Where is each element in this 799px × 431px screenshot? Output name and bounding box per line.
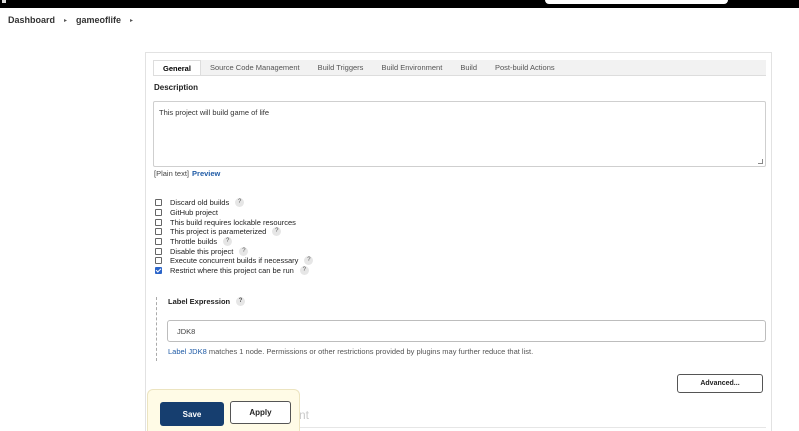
option-concurrent-builds[interactable]: Execute concurrent builds if necessary ? bbox=[155, 256, 314, 266]
label-expression-section: Label Expression ? JDK8 Label JDK8 match… bbox=[156, 297, 769, 361]
tab-build-triggers[interactable]: Build Triggers bbox=[309, 60, 373, 75]
format-row: [Plain text] Preview bbox=[154, 169, 220, 178]
label-jdk8-link[interactable]: Label JDK8 bbox=[168, 347, 207, 356]
chevron-right-icon[interactable]: ▸ bbox=[64, 17, 67, 24]
checkbox[interactable] bbox=[155, 228, 162, 236]
option-restrict-where-run[interactable]: Restrict where this project can be run ? bbox=[155, 266, 313, 276]
label-match-message: Label JDK8 matches 1 node. Permissions o… bbox=[168, 347, 533, 356]
option-throttle-builds[interactable]: Throttle builds ? bbox=[155, 237, 313, 247]
checkbox[interactable] bbox=[155, 218, 162, 226]
search-input[interactable] bbox=[545, 0, 728, 4]
checkbox[interactable] bbox=[155, 247, 162, 255]
breadcrumb: Dashboard ▸ gameoflife ▸ bbox=[0, 8, 799, 32]
config-panel: General Source Code Management Build Tri… bbox=[145, 52, 772, 431]
checkbox[interactable] bbox=[155, 238, 162, 246]
option-label: Disable this project bbox=[170, 246, 234, 256]
label-expression-label: Label Expression bbox=[168, 297, 231, 306]
chevron-right-icon[interactable]: ▸ bbox=[130, 17, 133, 24]
help-icon[interactable]: ? bbox=[304, 256, 314, 266]
option-parameterized[interactable]: This project is parameterized ? bbox=[155, 227, 313, 237]
tab-source-code-management[interactable]: Source Code Management bbox=[201, 60, 309, 75]
tab-general[interactable]: General bbox=[153, 60, 201, 75]
format-label: [Plain text] bbox=[154, 169, 190, 178]
option-label: Discard old builds bbox=[170, 198, 230, 208]
label-match-text: matches 1 node. Permissions or other res… bbox=[206, 347, 534, 356]
tab-post-build-actions[interactable]: Post-build Actions bbox=[486, 60, 564, 75]
help-icon[interactable]: ? bbox=[236, 297, 246, 306]
option-discard-old-builds[interactable]: Discard old builds ? bbox=[155, 198, 313, 208]
help-icon[interactable]: ? bbox=[272, 227, 282, 237]
config-tabs: General Source Code Management Build Tri… bbox=[153, 60, 766, 76]
resize-grip-icon[interactable] bbox=[758, 159, 763, 164]
jenkins-logo[interactable] bbox=[2, 0, 6, 3]
checkbox[interactable] bbox=[155, 199, 162, 207]
save-apply-bar: Save Apply bbox=[147, 389, 300, 431]
breadcrumb-dashboard[interactable]: Dashboard bbox=[8, 15, 55, 25]
description-label: Description bbox=[154, 83, 199, 92]
option-github-project[interactable]: GitHub project bbox=[155, 208, 313, 218]
checkbox[interactable] bbox=[155, 257, 162, 265]
help-icon[interactable]: ? bbox=[223, 237, 233, 247]
option-label: Execute concurrent builds if necessary bbox=[170, 256, 299, 266]
option-label: This build requires lockable resources bbox=[170, 217, 296, 227]
option-label: Throttle builds bbox=[170, 237, 218, 247]
checkbox[interactable] bbox=[155, 209, 162, 217]
tab-build[interactable]: Build bbox=[451, 60, 486, 75]
save-button[interactable]: Save bbox=[160, 402, 224, 426]
options-list: Discard old builds ? GitHub project This… bbox=[155, 198, 314, 276]
option-label: GitHub project bbox=[170, 208, 218, 218]
advanced-button[interactable]: Advanced... bbox=[677, 374, 763, 393]
breadcrumb-gameoflife[interactable]: gameoflife bbox=[76, 15, 121, 25]
obscured-heading-end: nt bbox=[299, 408, 310, 422]
option-label: Restrict where this project can be run bbox=[170, 266, 294, 276]
apply-button[interactable]: Apply bbox=[230, 401, 291, 424]
help-icon[interactable]: ? bbox=[239, 246, 249, 256]
help-icon[interactable]: ? bbox=[235, 198, 245, 208]
preview-link[interactable]: Preview bbox=[192, 169, 220, 178]
option-disable-project[interactable]: Disable this project ? bbox=[155, 246, 313, 256]
option-lockable-resources[interactable]: This build requires lockable resources bbox=[155, 217, 313, 227]
label-expression-title: Label Expression ? bbox=[168, 297, 246, 306]
label-expression-input[interactable]: JDK8 bbox=[167, 320, 766, 342]
label-expression-value: JDK8 bbox=[177, 326, 196, 336]
tab-build-environment[interactable]: Build Environment bbox=[372, 60, 451, 75]
description-text: This project will build game of life bbox=[159, 108, 270, 117]
description-textarea[interactable]: This project will build game of life bbox=[153, 101, 766, 167]
top-header-bar bbox=[0, 0, 799, 8]
help-icon[interactable]: ? bbox=[299, 266, 309, 276]
checkbox-checked[interactable] bbox=[155, 267, 162, 275]
option-label: This project is parameterized bbox=[170, 227, 267, 237]
